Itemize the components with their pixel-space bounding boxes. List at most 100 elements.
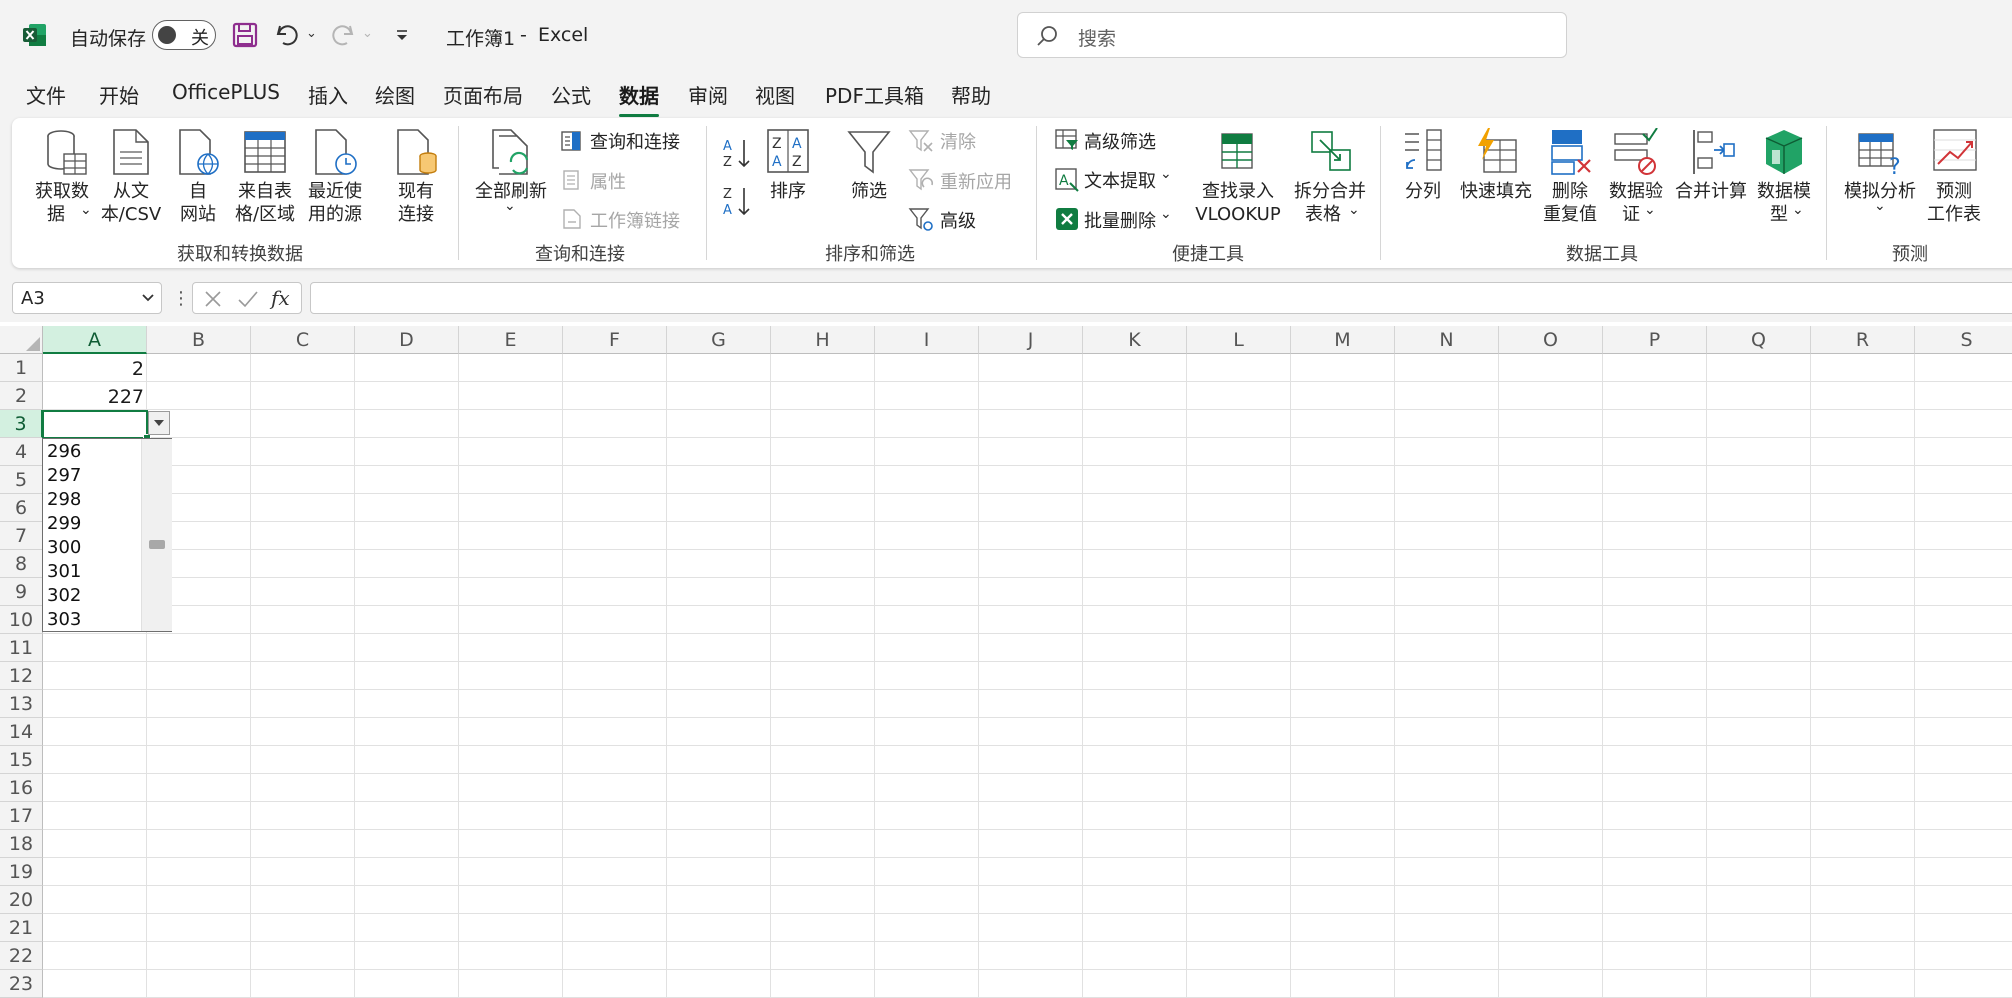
tab-home[interactable]: 开始 (99, 80, 139, 109)
queries-connections-button[interactable]: 查询和连接 (590, 128, 680, 154)
row-header-13[interactable]: 13 (0, 690, 43, 718)
undo-dropdown-icon[interactable]: ⌄ (306, 26, 317, 41)
row-header-12[interactable]: 12 (0, 662, 43, 690)
existing-connections-button[interactable]: 现有 连接 (386, 128, 446, 225)
column-header-M[interactable]: M (1291, 326, 1395, 354)
chevron-down-icon[interactable] (141, 292, 155, 304)
list-item[interactable]: 297 (47, 465, 81, 486)
column-header-B[interactable]: B (147, 326, 251, 354)
data-validation-button[interactable]: 数据验 证 ⌄ (1606, 128, 1666, 225)
column-header-A[interactable]: A (43, 326, 147, 354)
list-item[interactable]: 301 (47, 561, 81, 582)
row-header-10[interactable]: 10 (0, 606, 43, 634)
tab-pdf-toolbox[interactable]: PDF工具箱 (825, 80, 924, 109)
text-to-columns-button[interactable]: 分列 (1398, 128, 1448, 224)
list-item[interactable]: 300 (47, 537, 81, 558)
autosave-toggle[interactable]: 关 (152, 20, 216, 50)
row-header-8[interactable]: 8 (0, 550, 43, 578)
row-header-7[interactable]: 7 (0, 522, 43, 550)
dropdown-scrollbar[interactable] (141, 439, 172, 631)
column-header-E[interactable]: E (459, 326, 563, 354)
column-header-J[interactable]: J (979, 326, 1083, 354)
row-header-4[interactable]: 4 (0, 438, 43, 466)
tab-data[interactable]: 数据 (619, 80, 659, 117)
row-header-17[interactable]: 17 (0, 802, 43, 830)
advanced-button[interactable]: 高级 (940, 207, 976, 233)
column-header-P[interactable]: P (1603, 326, 1707, 354)
what-if-analysis-button[interactable]: ? 模拟分析 ⌄ (1840, 128, 1920, 224)
from-web-button[interactable]: 自 网站 (170, 128, 226, 225)
tab-draw[interactable]: 绘图 (375, 80, 415, 109)
save-icon[interactable] (232, 22, 258, 48)
row-header-5[interactable]: 5 (0, 466, 43, 494)
select-all-corner[interactable] (0, 326, 43, 354)
column-header-O[interactable]: O (1499, 326, 1603, 354)
list-item[interactable]: 298 (47, 489, 81, 510)
row-header-23[interactable]: 23 (0, 970, 43, 998)
sort-descending-icon[interactable]: Z A (722, 184, 752, 218)
list-item[interactable]: 303 (47, 609, 81, 630)
undo-icon[interactable] (274, 22, 300, 48)
column-header-S[interactable]: S (1915, 326, 2012, 354)
list-item[interactable]: 302 (47, 585, 81, 606)
tab-review[interactable]: 审阅 (688, 80, 728, 109)
row-header-11[interactable]: 11 (0, 634, 43, 662)
active-cell-A3[interactable] (42, 410, 151, 442)
refresh-all-button[interactable]: 全部刷新 ⌄ (472, 128, 550, 224)
text-extract-button[interactable]: 文本提取 (1084, 167, 1156, 193)
column-header-D[interactable]: D (355, 326, 459, 354)
list-item[interactable]: 299 (47, 513, 81, 534)
get-data-button[interactable]: 获取数 据 ⌄ (30, 128, 94, 225)
row-header-14[interactable]: 14 (0, 718, 43, 746)
row-header-3[interactable]: 3 (0, 410, 43, 438)
adv-filter-button[interactable]: 高级筛选 (1084, 128, 1156, 154)
column-header-K[interactable]: K (1083, 326, 1187, 354)
recent-sources-button[interactable]: 最近使 用的源 (302, 128, 368, 225)
column-header-L[interactable]: L (1187, 326, 1291, 354)
row-header-15[interactable]: 15 (0, 746, 43, 774)
remove-duplicates-button[interactable]: 删除 重复值 (1542, 128, 1598, 225)
row-header-6[interactable]: 6 (0, 494, 43, 522)
batch-delete-button[interactable]: 批量删除 (1084, 207, 1156, 233)
validation-dropdown-button[interactable] (148, 411, 170, 435)
row-header-22[interactable]: 22 (0, 942, 43, 970)
column-header-I[interactable]: I (875, 326, 979, 354)
cell-A1[interactable]: 2 (43, 358, 144, 380)
list-item[interactable]: 296 (47, 441, 81, 462)
row-header-20[interactable]: 20 (0, 886, 43, 914)
vlookup-button[interactable]: 查找录入 VLOOKUP (1190, 128, 1286, 225)
more-options-icon[interactable]: ⋮ (172, 288, 190, 310)
sort-button[interactable]: Z A A Z 排序 (764, 128, 812, 224)
customize-toolbar-icon[interactable] (394, 28, 410, 44)
row-header-19[interactable]: 19 (0, 858, 43, 886)
name-box[interactable]: A3 (12, 282, 162, 314)
tab-help[interactable]: 帮助 (951, 80, 991, 109)
column-header-R[interactable]: R (1811, 326, 1915, 354)
sort-ascending-icon[interactable]: A Z (722, 136, 752, 170)
row-header-2[interactable]: 2 (0, 382, 43, 410)
split-merge-button[interactable]: 拆分合并 表格 ⌄ (1288, 128, 1372, 225)
column-header-G[interactable]: G (667, 326, 771, 354)
column-header-Q[interactable]: Q (1707, 326, 1811, 354)
column-header-H[interactable]: H (771, 326, 875, 354)
column-header-F[interactable]: F (563, 326, 667, 354)
tab-insert[interactable]: 插入 (308, 80, 348, 109)
insert-function-icon[interactable]: fx (271, 286, 290, 310)
row-header-18[interactable]: 18 (0, 830, 43, 858)
column-header-N[interactable]: N (1395, 326, 1499, 354)
flash-fill-button[interactable]: 快速填充 (1456, 128, 1536, 224)
formula-input[interactable] (310, 282, 2012, 314)
consolidate-button[interactable]: 合并计算 (1672, 128, 1750, 224)
cancel-icon[interactable] (203, 289, 223, 309)
tab-view[interactable]: 视图 (755, 80, 795, 109)
row-header-21[interactable]: 21 (0, 914, 43, 942)
row-header-16[interactable]: 16 (0, 774, 43, 802)
from-table-range-button[interactable]: 来自表 格/区域 (232, 128, 298, 225)
search-box[interactable]: 搜索 (1017, 12, 1567, 58)
from-text-csv-button[interactable]: 从文 本/CSV (98, 128, 164, 225)
tab-formulas[interactable]: 公式 (551, 80, 591, 109)
forecast-sheet-button[interactable]: 预测 工作表 (1924, 128, 1984, 225)
tab-page-layout[interactable]: 页面布局 (443, 80, 523, 109)
column-header-C[interactable]: C (251, 326, 355, 354)
data-model-button[interactable]: 数据模 型 ⌄ (1754, 128, 1814, 225)
